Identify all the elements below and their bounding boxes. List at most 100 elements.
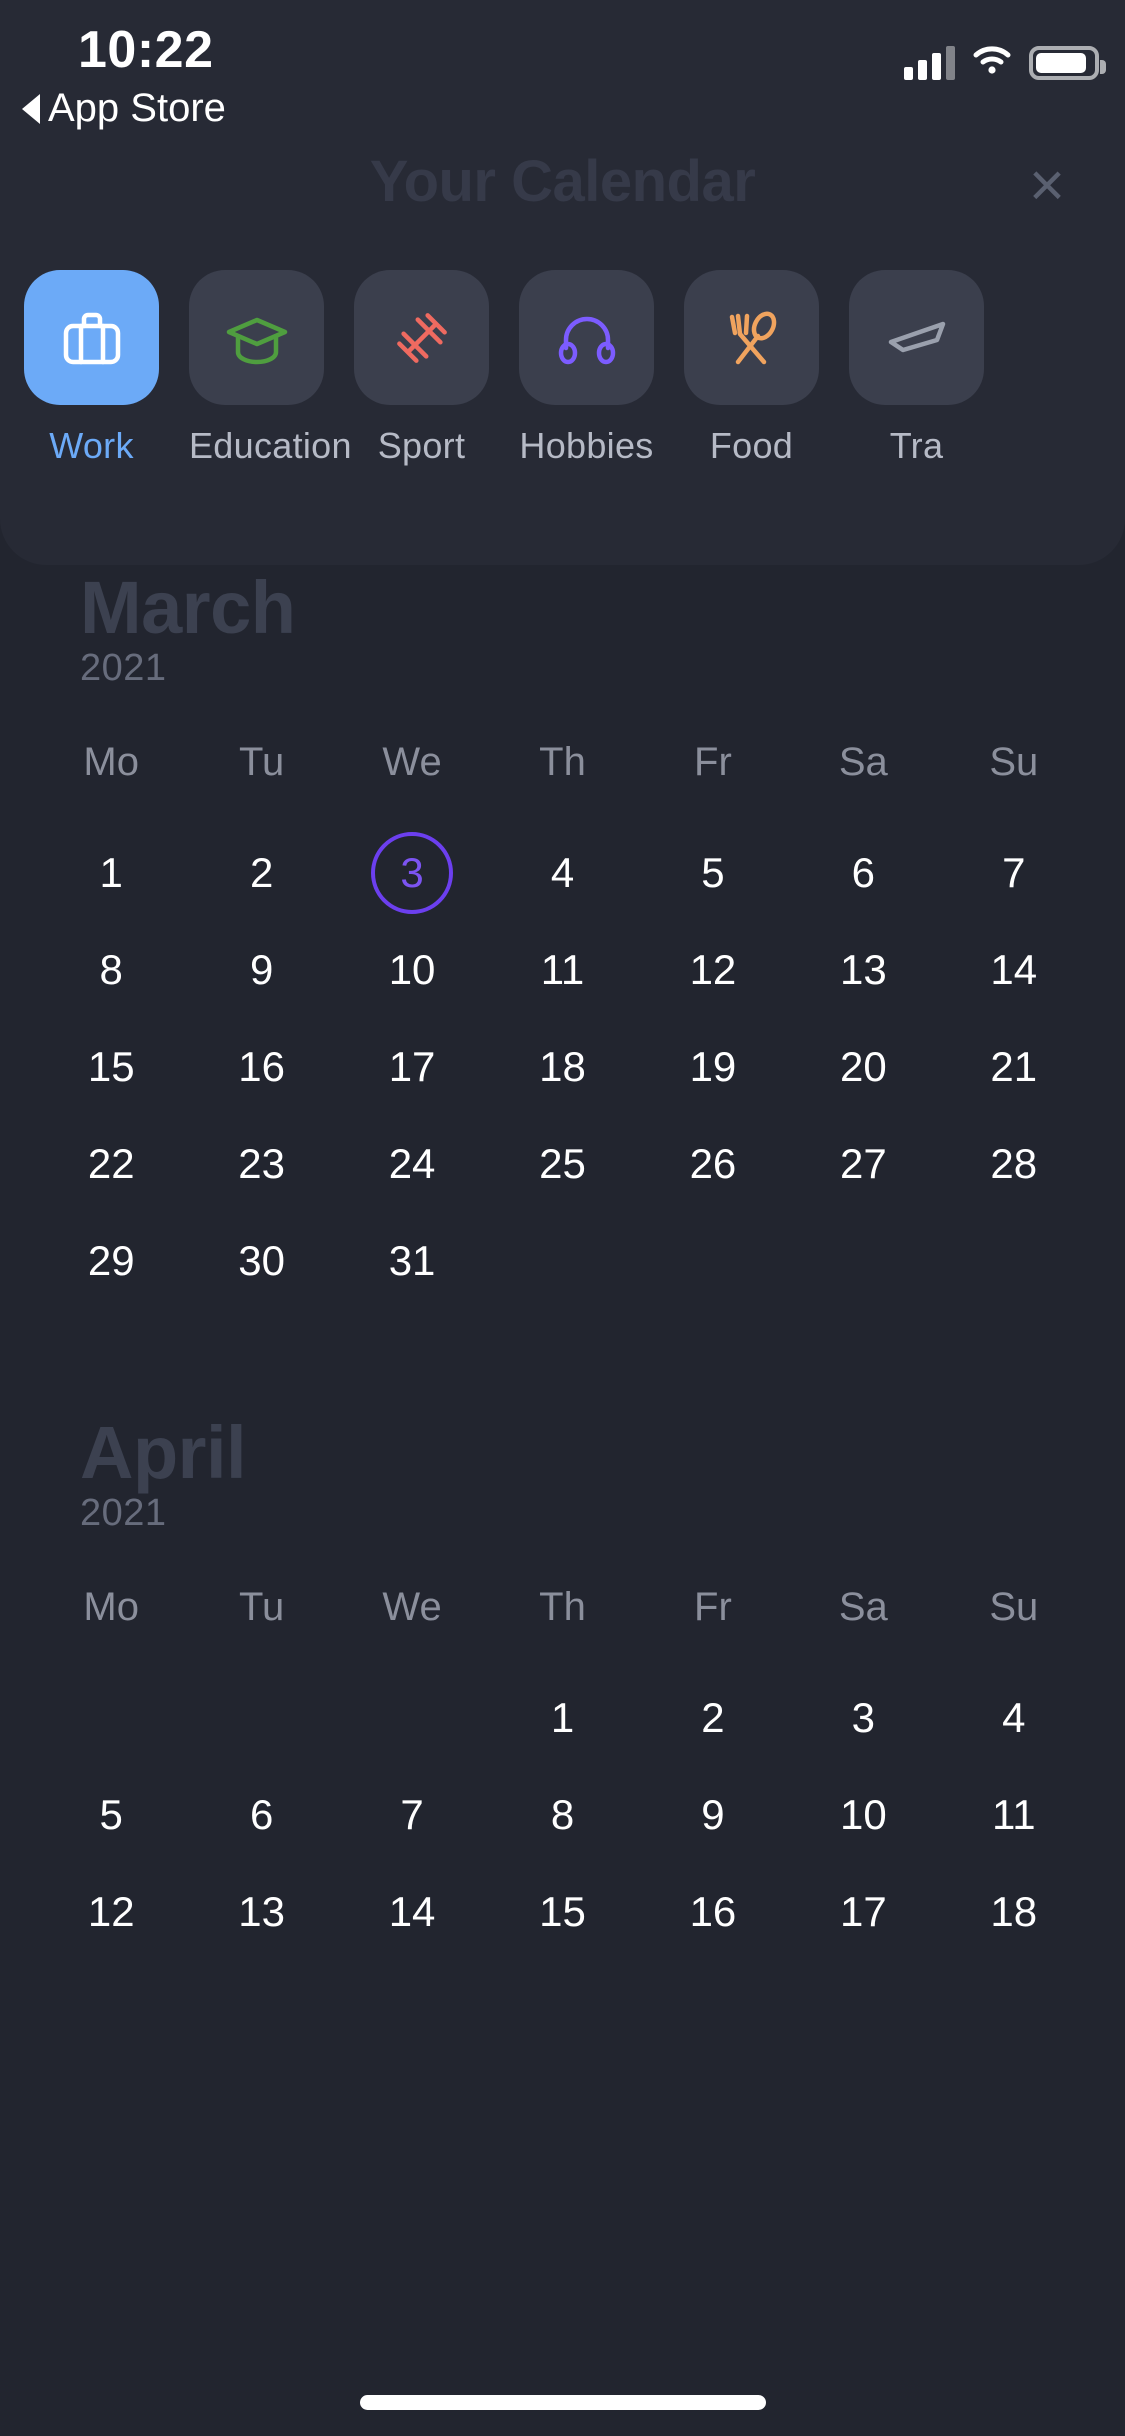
calendar-day-empty bbox=[337, 1670, 487, 1766]
calendar-day-cell[interactable]: 22 bbox=[36, 1116, 186, 1212]
phone-screen: March2021MoTuWeThFrSaSu12345678910111213… bbox=[0, 0, 1125, 2436]
calendar-day-cell[interactable]: 14 bbox=[939, 922, 1089, 1018]
calendar-day-cell[interactable]: 8 bbox=[487, 1767, 637, 1863]
calendar-week-row: 567891011 bbox=[36, 1767, 1089, 1863]
category-chip-education[interactable]: Education bbox=[189, 270, 324, 470]
category-chip-list[interactable]: Work Education Sport Hobbies Food Tra bbox=[0, 270, 1125, 470]
back-label: App Store bbox=[48, 86, 226, 131]
graduation-cap-icon[interactable] bbox=[189, 270, 324, 405]
calendar-day-cell[interactable]: 15 bbox=[487, 1864, 637, 1960]
category-chip-label: Food bbox=[684, 425, 819, 467]
month-name: April bbox=[80, 1410, 246, 1495]
calendar-day-cell[interactable]: 13 bbox=[788, 922, 938, 1018]
month-year: 2021 bbox=[80, 647, 167, 690]
calendar-day-empty bbox=[638, 1213, 788, 1309]
calendar-day-cell[interactable]: 13 bbox=[186, 1864, 336, 1960]
calendar-day-cell[interactable]: 2 bbox=[186, 825, 336, 921]
weekday-header-row: MoTuWeThFrSaSu bbox=[36, 740, 1089, 785]
calendar-day-cell[interactable]: 28 bbox=[939, 1116, 1089, 1212]
calendar-day-cell[interactable]: 23 bbox=[186, 1116, 336, 1212]
calendar-day-cell[interactable]: 7 bbox=[939, 825, 1089, 921]
calendar-day-cell[interactable]: 14 bbox=[337, 1864, 487, 1960]
calendar-day-cell[interactable]: 26 bbox=[638, 1116, 788, 1212]
calendar-day-cell[interactable]: 17 bbox=[788, 1864, 938, 1960]
weekday-header-mo: Mo bbox=[36, 1585, 186, 1630]
status-bar-indicators bbox=[904, 44, 1099, 80]
calendar-day-cell[interactable]: 12 bbox=[36, 1864, 186, 1960]
calendar-day-cell[interactable]: 24 bbox=[337, 1116, 487, 1212]
calendar-day-cell[interactable]: 30 bbox=[186, 1213, 336, 1309]
calendar-day-cell[interactable]: 12 bbox=[638, 922, 788, 1018]
calendar-day-cell[interactable]: 6 bbox=[788, 825, 938, 921]
calendar-day-cell[interactable]: 31 bbox=[337, 1213, 487, 1309]
category-chip-tra[interactable]: Tra bbox=[849, 270, 984, 470]
calendar-day-cell[interactable]: 18 bbox=[487, 1019, 637, 1115]
calendar-day-cell[interactable]: 4 bbox=[487, 825, 637, 921]
category-chip-label: Education bbox=[189, 425, 324, 467]
headphones-icon[interactable] bbox=[519, 270, 654, 405]
status-bar-time: 10:22 bbox=[78, 20, 214, 80]
calendar-day-cell[interactable]: 18 bbox=[939, 1864, 1089, 1960]
calendar-day-cell[interactable]: 10 bbox=[788, 1767, 938, 1863]
weekday-header-we: We bbox=[337, 1585, 487, 1630]
weekday-header-fr: Fr bbox=[638, 1585, 788, 1630]
calendar-week-row: 1234 bbox=[36, 1670, 1089, 1766]
calendar-week-row: 293031 bbox=[36, 1213, 1089, 1309]
calendar-day-cell[interactable]: 17 bbox=[337, 1019, 487, 1115]
calendar-day-cell[interactable]: 11 bbox=[487, 922, 637, 1018]
calendar-week-row: 12131415161718 bbox=[36, 1864, 1089, 1960]
category-chip-sport[interactable]: Sport bbox=[354, 270, 489, 470]
briefcase-icon[interactable] bbox=[24, 270, 159, 405]
category-chip-label: Work bbox=[24, 425, 159, 467]
calendar-day-cell[interactable]: 9 bbox=[186, 922, 336, 1018]
weekday-header-mo: Mo bbox=[36, 740, 186, 785]
calendar-day-cell[interactable]: 3 bbox=[337, 825, 487, 921]
calendar-day-cell[interactable]: 6 bbox=[186, 1767, 336, 1863]
calendar-day-cell[interactable]: 5 bbox=[36, 1767, 186, 1863]
calendar-day-cell[interactable]: 16 bbox=[638, 1864, 788, 1960]
weekday-header-sa: Sa bbox=[788, 740, 938, 785]
calendar-day-cell[interactable]: 15 bbox=[36, 1019, 186, 1115]
calendar-day-cell[interactable]: 25 bbox=[487, 1116, 637, 1212]
calendar-day-empty bbox=[939, 1213, 1089, 1309]
calendar-day-cell[interactable]: 3 bbox=[788, 1670, 938, 1766]
status-bar: 10:22 App Store bbox=[0, 0, 1125, 150]
home-indicator[interactable] bbox=[360, 2395, 766, 2410]
calendar-week-row: 22232425262728 bbox=[36, 1116, 1089, 1212]
calendar-day-cell[interactable]: 5 bbox=[638, 825, 788, 921]
selected-day-ring[interactable]: 3 bbox=[371, 832, 453, 914]
fork-spoon-icon[interactable] bbox=[684, 270, 819, 405]
calendar-day-cell[interactable]: 11 bbox=[939, 1767, 1089, 1863]
dumbbell-icon[interactable] bbox=[354, 270, 489, 405]
category-chip-hobbies[interactable]: Hobbies bbox=[519, 270, 654, 470]
calendar-day-cell[interactable]: 27 bbox=[788, 1116, 938, 1212]
category-chip-work[interactable]: Work bbox=[24, 270, 159, 470]
weekday-header-we: We bbox=[337, 740, 487, 785]
calendar-day-cell[interactable]: 21 bbox=[939, 1019, 1089, 1115]
weekday-header-tu: Tu bbox=[186, 740, 336, 785]
battery-icon bbox=[1029, 46, 1099, 80]
calendar-day-cell[interactable]: 9 bbox=[638, 1767, 788, 1863]
weekday-header-sa: Sa bbox=[788, 1585, 938, 1630]
calendar-day-cell[interactable]: 29 bbox=[36, 1213, 186, 1309]
travel-icon[interactable] bbox=[849, 270, 984, 405]
calendar-day-cell[interactable]: 2 bbox=[638, 1670, 788, 1766]
category-chip-food[interactable]: Food bbox=[684, 270, 819, 470]
back-to-app-store-link[interactable]: App Store bbox=[22, 86, 226, 131]
wifi-icon bbox=[972, 45, 1012, 80]
weekday-header-th: Th bbox=[487, 740, 637, 785]
category-chip-label: Hobbies bbox=[519, 425, 654, 467]
calendar-day-cell[interactable]: 1 bbox=[487, 1670, 637, 1766]
calendar-week-row: 1234567 bbox=[36, 825, 1089, 921]
calendar-day-cell[interactable]: 7 bbox=[337, 1767, 487, 1863]
calendar-day-cell[interactable]: 1 bbox=[36, 825, 186, 921]
calendar-day-cell[interactable]: 4 bbox=[939, 1670, 1089, 1766]
category-chip-label: Tra bbox=[849, 425, 984, 467]
calendar-day-cell[interactable]: 8 bbox=[36, 922, 186, 1018]
calendar-day-cell[interactable]: 20 bbox=[788, 1019, 938, 1115]
calendar-day-empty bbox=[186, 1670, 336, 1766]
calendar-day-cell[interactable]: 16 bbox=[186, 1019, 336, 1115]
calendar-day-cell[interactable]: 19 bbox=[638, 1019, 788, 1115]
calendar-day-cell[interactable]: 10 bbox=[337, 922, 487, 1018]
close-icon[interactable]: × bbox=[999, 148, 1095, 224]
